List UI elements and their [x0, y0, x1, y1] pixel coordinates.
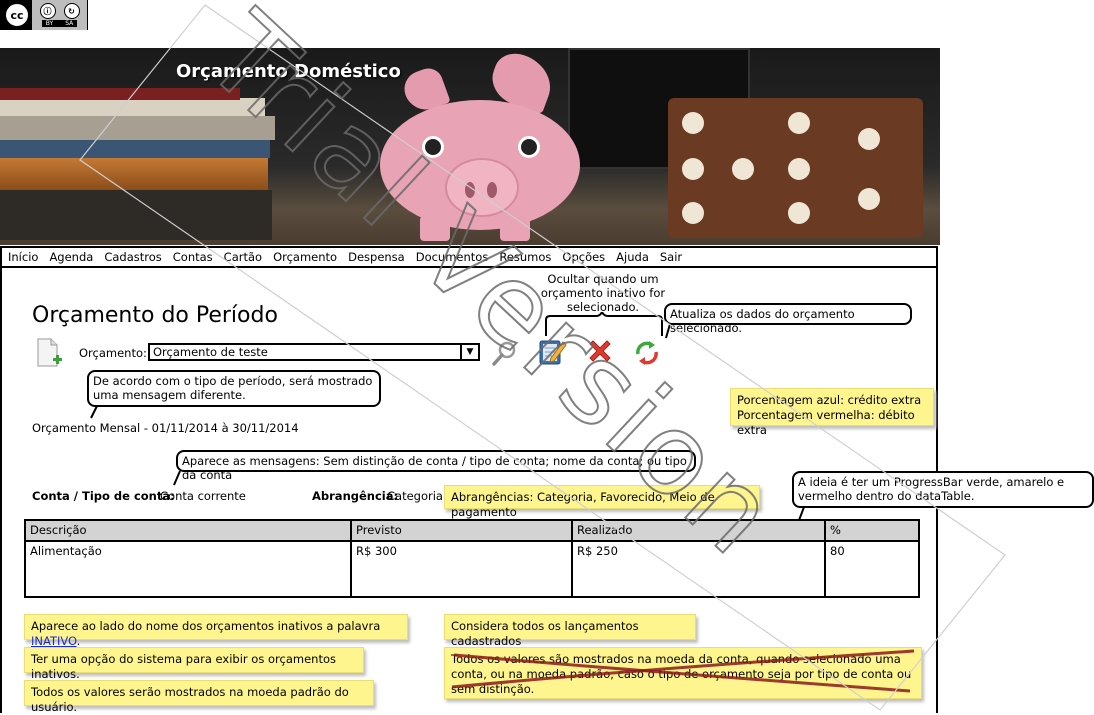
- show-inactive-note: Ter uma opção do sistema para exibir os …: [24, 647, 364, 681]
- menu-item-documentos[interactable]: Documentos: [416, 250, 489, 264]
- cc-logo-icon: cc: [4, 2, 30, 28]
- budget-table: Descrição Previsto Realizado % Alimentaç…: [24, 519, 920, 598]
- strike-mark: [451, 649, 915, 693]
- menu-item-agenda[interactable]: Agenda: [49, 250, 93, 264]
- budget-select-value: Orçamento de teste: [153, 345, 268, 359]
- all-entries-note: Considera todos os lançamentos cadastrad…: [444, 614, 696, 648]
- percent-blue-text: Porcentagem azul: crédito extra: [737, 393, 922, 407]
- app-title: Orçamento Doméstico: [176, 61, 401, 82]
- inactive-note: Aparece ao lado do nome dos orçamentos i…: [24, 614, 408, 648]
- column-header-description[interactable]: Descrição: [30, 523, 87, 537]
- search-icon[interactable]: [490, 338, 520, 368]
- refresh-icon[interactable]: [632, 338, 662, 368]
- menu-item-inicio[interactable]: Início: [8, 250, 38, 264]
- share-alike-icon: ↻: [63, 3, 80, 19]
- progress-callout-text: A ideia é ter um ProgressBar verde, amar…: [798, 475, 1065, 503]
- menu-item-sair[interactable]: Sair: [660, 250, 682, 264]
- account-callout: Aparece as mensagens: Sem distinção de c…: [176, 450, 696, 482]
- period-text: Orçamento Mensal - 01/11/2014 à 30/11/20…: [32, 421, 299, 435]
- period-callout: De acordo com o tipo de período, será mo…: [87, 370, 381, 407]
- delete-icon[interactable]: [585, 336, 615, 366]
- header-banner: Orçamento Doméstico: [0, 48, 940, 245]
- table-cell-percent: 80: [830, 544, 845, 558]
- brace-icon: [545, 312, 663, 336]
- new-budget-icon[interactable]: [36, 338, 62, 367]
- cc-license-badge: cc ⓘ ↻ BY SA: [0, 0, 88, 30]
- main-menu: Início Agenda Cadastros Contas Cartão Or…: [0, 246, 938, 268]
- menu-item-ajuda[interactable]: Ajuda: [616, 250, 649, 264]
- scope-value: Categoria: [387, 489, 443, 503]
- inactive-link[interactable]: INATIVO: [31, 634, 77, 648]
- sa-label: SA: [65, 20, 74, 27]
- menu-item-orcamento[interactable]: Orçamento: [273, 250, 337, 264]
- table-cell-actual: R$ 250: [577, 544, 618, 558]
- menu-item-cartao[interactable]: Cartão: [224, 250, 262, 264]
- account-label: Conta / Tipo de conta:: [32, 489, 175, 503]
- dice-image: [668, 98, 923, 238]
- hide-inactive-note: Ocultar quando um orçamento inativo for …: [540, 272, 666, 314]
- table-cell-description: Alimentação: [30, 544, 102, 558]
- percent-red-text: Porcentagem vermelha: débito extra: [737, 408, 915, 437]
- account-value: Conta corrente: [160, 489, 246, 503]
- progress-callout: A ideia é ter um ProgressBar verde, amar…: [792, 471, 1094, 508]
- budget-label: Orçamento:: [79, 346, 147, 360]
- scope-label: Abrangência:: [312, 489, 399, 503]
- column-header-actual[interactable]: Realizado: [577, 523, 632, 537]
- edit-icon[interactable]: [537, 336, 567, 366]
- person-icon: ⓘ: [39, 3, 56, 19]
- page-title: Orçamento do Período: [32, 303, 278, 328]
- menu-item-resumos[interactable]: Resumos: [499, 250, 551, 264]
- column-header-planned[interactable]: Previsto: [356, 523, 402, 537]
- table-cell-planned: R$ 300: [356, 544, 397, 558]
- percent-note: Porcentagem azul: crédito extra Porcenta…: [730, 388, 934, 437]
- menu-item-opcoes[interactable]: Opções: [562, 250, 605, 264]
- column-header-percent[interactable]: %: [830, 523, 841, 537]
- budget-select[interactable]: Orçamento de teste ▼: [148, 343, 480, 361]
- period-callout-text: De acordo com o tipo de período, será mo…: [93, 374, 373, 402]
- default-currency-note: Todos os valores serão mostrados na moed…: [24, 680, 374, 714]
- menu-item-contas[interactable]: Contas: [173, 250, 213, 264]
- scopes-note: Abrangências: Categoria, Favorecido, Mei…: [444, 485, 760, 519]
- inactive-note-text: Aparece ao lado do nome dos orçamentos i…: [31, 619, 381, 633]
- refresh-callout: Atualiza os dados do orçamento seleciona…: [664, 303, 912, 335]
- chevron-down-icon[interactable]: ▼: [460, 345, 478, 359]
- menu-item-cadastros[interactable]: Cadastros: [104, 250, 161, 264]
- by-label: BY: [45, 20, 54, 27]
- menu-item-despensa[interactable]: Despensa: [348, 250, 405, 264]
- table-header: [26, 521, 918, 542]
